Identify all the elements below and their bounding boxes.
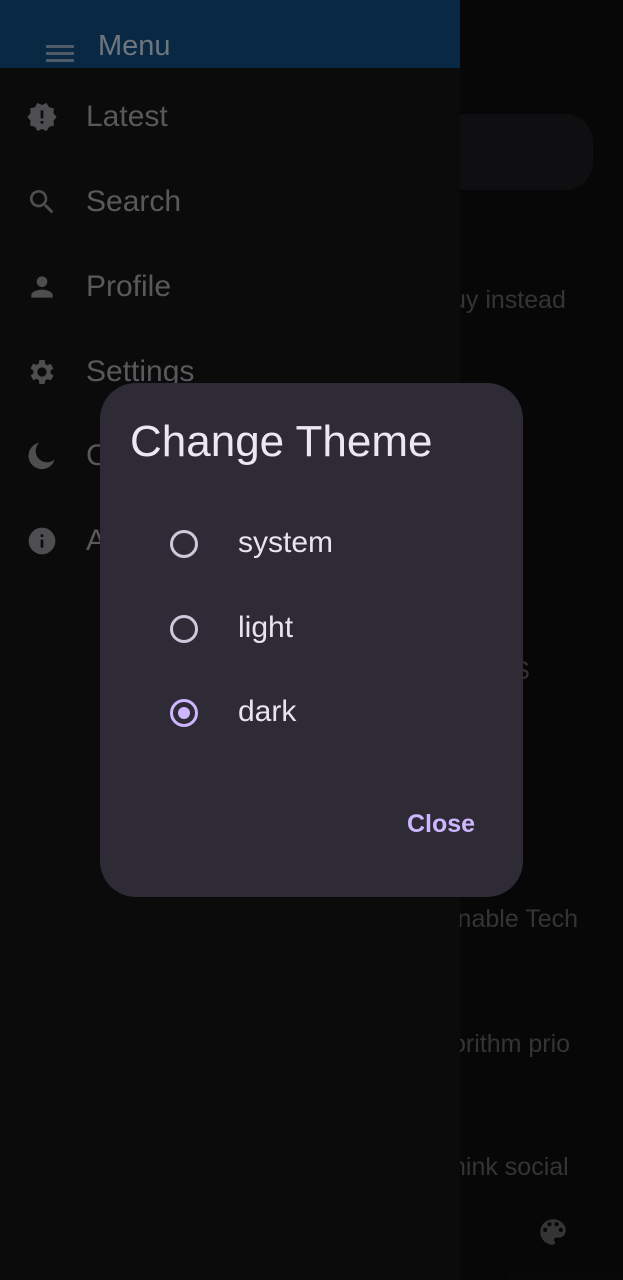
option-label: system [238,526,334,559]
radio-button[interactable] [170,530,198,558]
radio-button[interactable] [170,615,198,643]
theme-option-light[interactable]: light [160,595,480,665]
change-theme-dialog: Change Theme system light dark Close [100,383,523,897]
close-button[interactable]: Close [386,801,496,847]
theme-option-system[interactable]: system [160,510,480,580]
option-label: light [238,611,294,644]
theme-option-dark[interactable]: dark [160,679,480,749]
dialog-title: Change Theme [130,417,433,466]
option-label: dark [238,695,297,728]
radio-button-selected[interactable] [170,699,198,727]
